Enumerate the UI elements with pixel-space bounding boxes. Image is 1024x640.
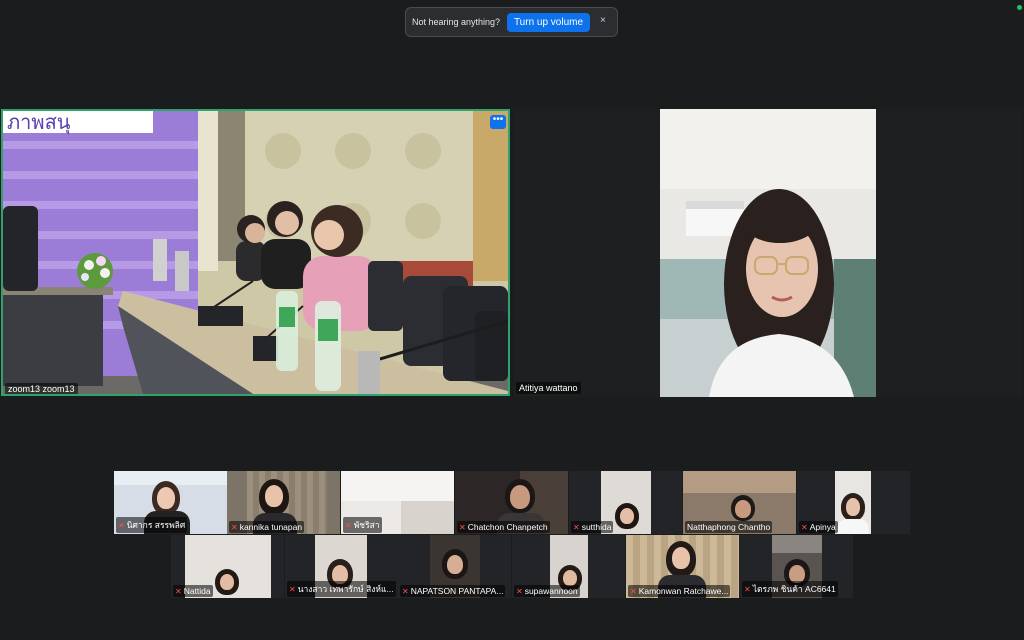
mic-off-icon: ✕ <box>289 585 296 594</box>
more-options-icon[interactable]: ••• <box>490 115 506 129</box>
participant-name-label: ✕ kannika tunapan <box>229 521 305 533</box>
participant-name-label: ✕ supawannoon <box>514 585 580 597</box>
gallery-tile[interactable]: ✕ Apinya <box>797 471 910 534</box>
gallery-tile[interactable]: ✕ sutthida <box>569 471 682 534</box>
participant-name-label: ✕ Chatchon Chanpetch <box>457 521 550 533</box>
mic-off-icon: ✕ <box>744 585 751 594</box>
participant-name-label: ✕ นิศากร สรรพลิศ <box>116 517 188 533</box>
mic-off-icon: ✕ <box>231 523 238 532</box>
audio-notification: Not hearing anything? Turn up volume × <box>405 7 618 37</box>
gallery-tile[interactable]: ✕ NAPATSON PANTAPA... <box>398 535 511 598</box>
participant-name-label: Atitiya wattano <box>516 382 581 394</box>
mic-off-icon: ✕ <box>459 523 466 532</box>
participant-video <box>835 471 871 534</box>
mic-off-icon: ✕ <box>801 523 808 532</box>
participant-name-label: ✕ พัชริสา <box>343 517 382 533</box>
gallery-tile[interactable]: ✕ Kamonwan Ratchawe... <box>626 535 739 598</box>
participant-name-label: ✕ NAPATSON PANTAPA... <box>400 585 506 597</box>
mic-off-icon: ✕ <box>516 587 523 596</box>
mic-off-icon: ✕ <box>573 523 580 532</box>
participant-name-label: ✕ Nattida <box>173 585 213 597</box>
video-tile-active-speaker[interactable]: ภาพสนุ ••• zoom13 zoom13 <box>1 109 510 396</box>
conference-room-video: ภาพสนุ <box>3 111 508 394</box>
mic-off-icon: ✕ <box>175 587 182 596</box>
participant-name-label: ✕ sutthida <box>571 521 614 533</box>
gallery-tile[interactable]: ✕ นางสาว เทพารักษ์ สิงห์แ... <box>285 535 398 598</box>
gallery-tile[interactable]: ✕ Nattida <box>171 535 284 598</box>
gallery-tile[interactable]: Natthaphong Chantho <box>683 471 796 534</box>
mic-off-icon: ✕ <box>630 587 637 596</box>
participant-name-label: Natthaphong Chantho <box>685 521 773 533</box>
participant-name-label: ✕ Apinya <box>799 521 838 533</box>
gallery-tile[interactable]: ✕ kannika tunapan <box>227 471 340 534</box>
close-icon[interactable]: × <box>600 15 606 26</box>
participant-name-label: zoom13 zoom13 <box>5 383 78 394</box>
svg-text:ภาพสนุ: ภาพสนุ <box>7 112 71 135</box>
participant-video <box>514 109 1022 397</box>
mic-off-icon: ✕ <box>402 587 409 596</box>
participant-name-label: ✕ ไตรภพ ชินค้า AC6641 <box>742 581 838 597</box>
mic-off-icon: ✕ <box>345 521 352 530</box>
participant-name-label: ✕ Kamonwan Ratchawe... <box>628 585 731 597</box>
turn-up-volume-button[interactable]: Turn up volume <box>507 13 590 32</box>
status-indicator <box>1017 5 1022 10</box>
gallery-tile[interactable]: ✕ supawannoon <box>512 535 625 598</box>
gallery-tile[interactable]: ✕ นิศากร สรรพลิศ <box>114 471 227 534</box>
gallery-tile[interactable]: ✕ พัชริสา <box>341 471 454 534</box>
mic-off-icon: ✕ <box>118 521 125 530</box>
video-tile-participant[interactable]: Atitiya wattano <box>514 109 1022 397</box>
participant-name-label: ✕ นางสาว เทพารักษ์ สิงห์แ... <box>287 581 396 597</box>
gallery-tile[interactable]: ✕ Chatchon Chanpetch <box>455 471 568 534</box>
notification-text: Not hearing anything? <box>412 17 501 27</box>
gallery-tile[interactable]: ✕ ไตรภพ ชินค้า AC6641 <box>740 535 853 598</box>
